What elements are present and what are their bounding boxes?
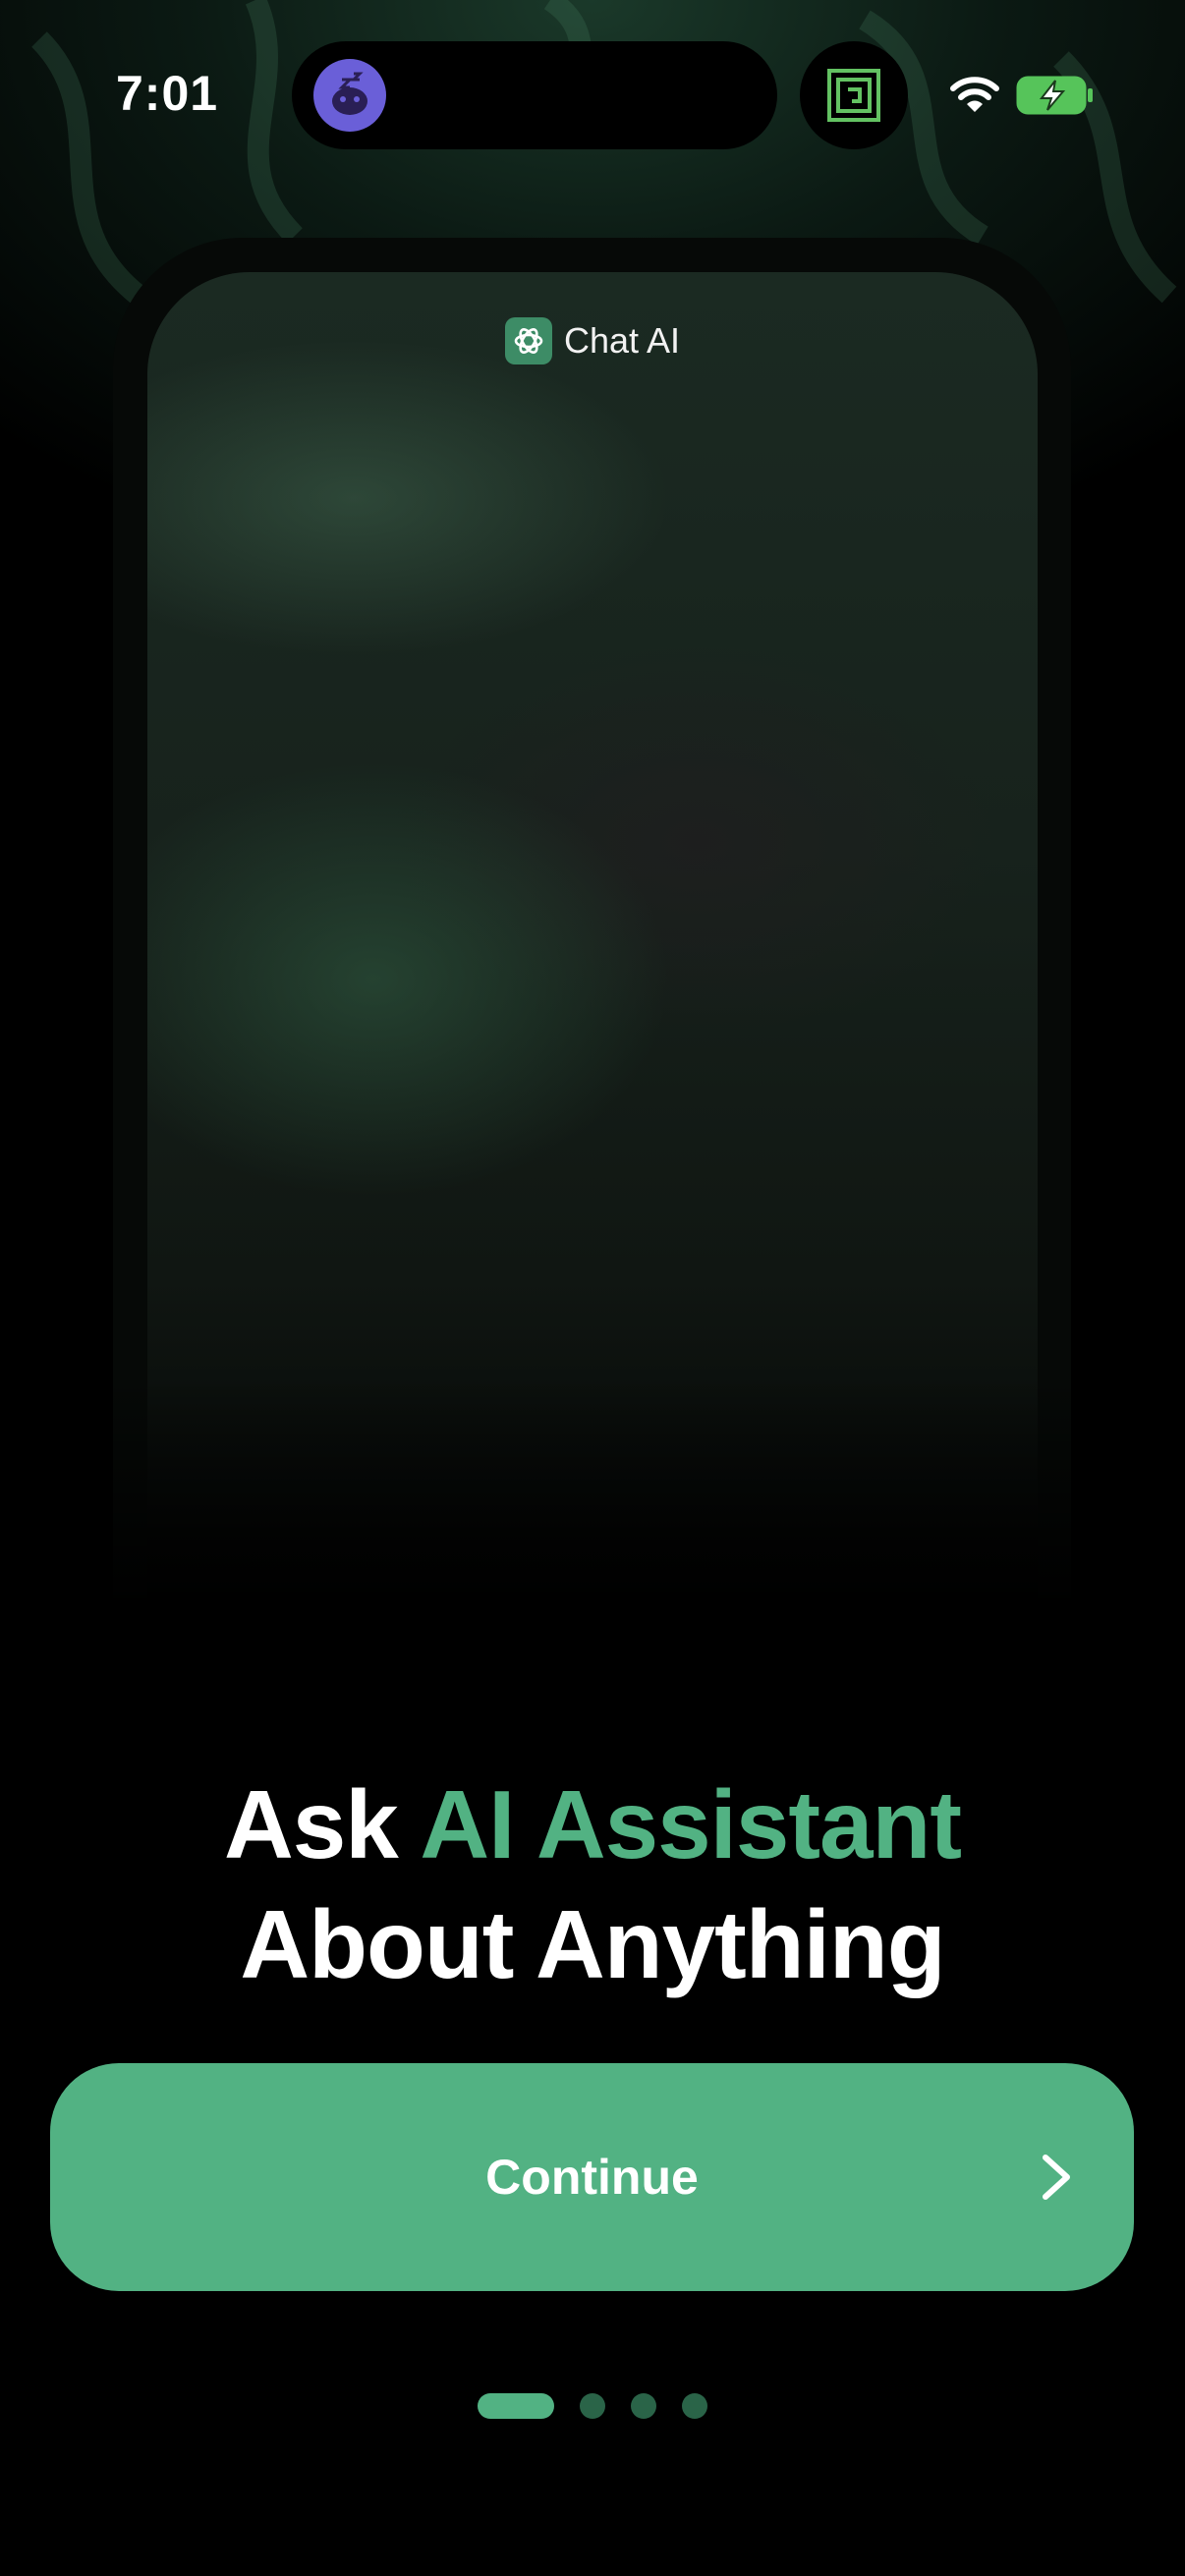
continue-button[interactable]: Continue <box>50 2063 1134 2291</box>
wifi-icon <box>950 77 999 112</box>
battery-charging-icon <box>1016 76 1093 115</box>
page-dot-4[interactable] <box>682 2393 707 2419</box>
headline-accent: AI Assistant <box>420 1770 962 1878</box>
headline-line-1: Ask AI Assistant <box>0 1764 1185 1884</box>
continue-button-label: Continue <box>485 2150 699 2205</box>
page-indicator <box>0 2393 1185 2419</box>
headline-prefix: Ask <box>223 1770 421 1878</box>
preview-app-name: Chat AI <box>563 320 681 361</box>
page-dot-1[interactable] <box>478 2393 554 2419</box>
preview-app-header: Chat AI <box>0 316 1185 365</box>
dynamic-island[interactable] <box>292 41 777 149</box>
page-dot-3[interactable] <box>631 2393 656 2419</box>
chevron-right-icon <box>1043 2155 1070 2200</box>
game-app-icon[interactable] <box>800 41 908 149</box>
status-time: 7:01 <box>116 66 219 121</box>
headline-line-2: About Anything <box>240 1890 945 1998</box>
status-bar: 7:01 <box>0 0 1185 196</box>
onboarding-headline: Ask AI Assistant About Anything <box>0 1764 1185 2004</box>
phone-mockup-fade <box>0 1375 1185 1768</box>
chat-ai-logo-icon <box>504 317 552 364</box>
sleep-app-icon <box>313 59 386 132</box>
page-dot-2[interactable] <box>580 2393 605 2419</box>
